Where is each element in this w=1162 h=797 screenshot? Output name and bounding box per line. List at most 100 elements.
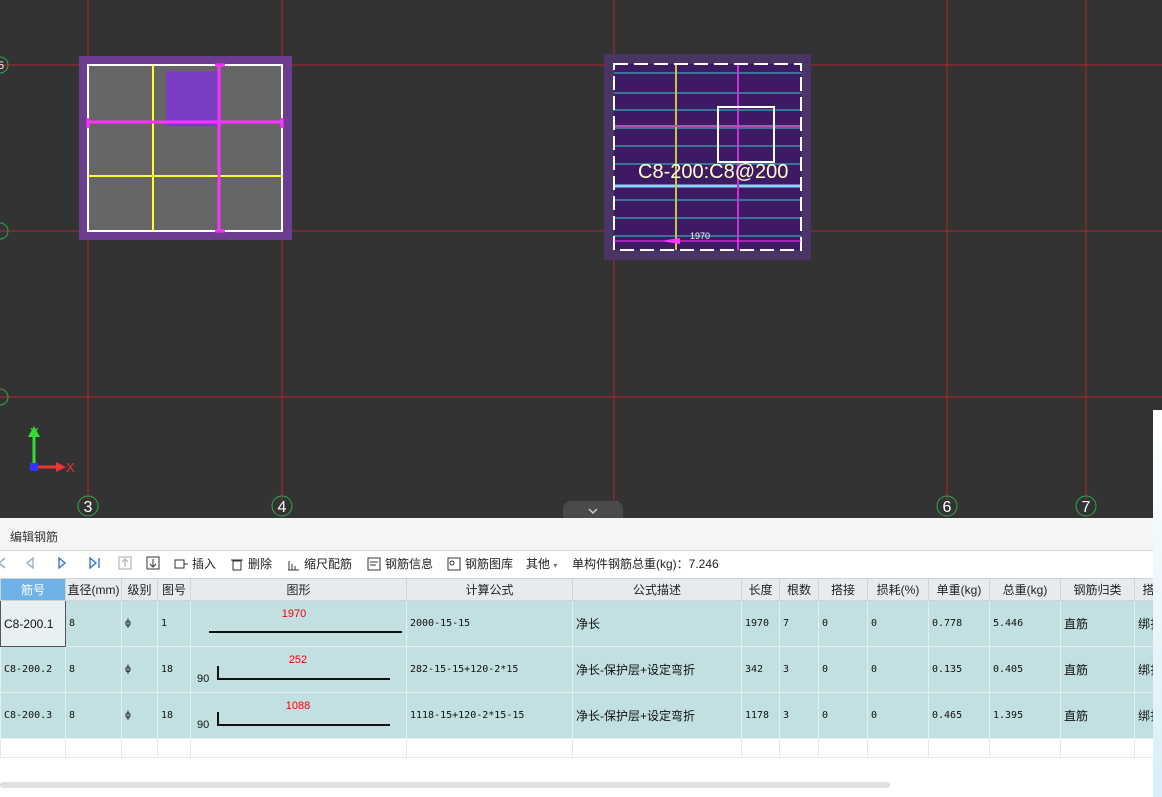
col-header-shape[interactable]: 图形 <box>190 578 407 601</box>
col-header-formula[interactable]: 计算公式 <box>406 578 573 601</box>
cell-diameter[interactable]: 8 <box>65 646 122 693</box>
cell-count[interactable]: 7 <box>779 600 819 647</box>
info-icon <box>367 557 381 571</box>
cell-category[interactable]: 直筋 <box>1060 646 1135 693</box>
cell-count[interactable]: 3 <box>779 646 819 693</box>
cell-grade[interactable]: ф <box>121 600 158 647</box>
rebar-library-button[interactable]: 钢筋图库 <box>447 556 513 572</box>
cell-figure[interactable]: 1 <box>157 600 191 647</box>
cell-grade[interactable]: ф <box>121 692 158 739</box>
shape-value: 1970 <box>282 608 306 620</box>
cell-loss[interactable]: 0 <box>867 692 929 739</box>
cell-description[interactable]: 净长-保护层+设定弯折 <box>572 692 742 739</box>
col-header-diameter[interactable]: 直径(mm) <box>65 578 122 601</box>
other-dropdown[interactable]: 其他 ▾ <box>526 556 557 572</box>
col-header-total-weight[interactable]: 总重(kg) <box>989 578 1061 601</box>
move-up-icon[interactable] <box>118 556 132 572</box>
horizontal-scrollbar[interactable] <box>0 782 890 788</box>
move-down-icon[interactable] <box>146 556 160 572</box>
shape-value: 1088 <box>286 700 310 712</box>
cell-lap[interactable]: 0 <box>818 692 868 739</box>
rebar-info-button[interactable]: 钢筋信息 <box>367 556 433 572</box>
col-header-length[interactable]: 长度 <box>741 578 780 601</box>
cell-id[interactable]: C8-200.1 <box>0 600 66 647</box>
cell-id[interactable]: C8-200.2 <box>0 646 66 693</box>
col-header-figure[interactable]: 图号 <box>157 578 191 601</box>
cell-figure[interactable]: 18 <box>157 646 191 693</box>
table-row[interactable]: C8-200.1 8 ф 1 1970 2000-15-15 净长 1970 7… <box>0 600 1162 647</box>
slab-right[interactable]: 1970 C8-200:C8@200 <box>604 54 811 260</box>
axis-number-7: 7 <box>1082 499 1091 516</box>
cell-figure[interactable]: 18 <box>157 692 191 739</box>
collapse-panel-tab[interactable] <box>563 501 623 518</box>
scale-icon <box>286 557 300 571</box>
table-row-empty[interactable] <box>0 738 1162 758</box>
rebar-shape-diagram: 1970 <box>209 608 402 633</box>
col-header-id[interactable]: 筋号 <box>0 578 66 601</box>
cell-grade[interactable]: ф <box>121 646 158 693</box>
col-header-lap[interactable]: 搭接 <box>818 578 868 601</box>
cell-length[interactable]: 1178 <box>741 692 780 739</box>
cell-formula[interactable]: 2000-15-15 <box>406 600 573 647</box>
cell-formula[interactable]: 282-15-15+120-2*15 <box>406 646 573 693</box>
cell-unit-weight[interactable]: 0.465 <box>928 692 990 739</box>
cell-lap[interactable]: 0 <box>818 646 868 693</box>
cell-loss[interactable]: 0 <box>867 600 929 647</box>
drawing-svg: 5 1970 C8-200:C8@200 3 4 6 7 Y X <box>0 0 1162 517</box>
next-record-icon[interactable] <box>56 556 68 572</box>
axis-number-3: 3 <box>84 499 93 516</box>
rebar-spec-label: C8-200:C8@200 <box>638 161 788 183</box>
slab-left[interactable] <box>79 56 292 240</box>
panel-title-bar: 编辑钢筋 <box>0 518 1162 551</box>
delete-button[interactable]: 删除 <box>230 556 272 572</box>
chevron-down-icon <box>588 508 598 515</box>
col-header-count[interactable]: 根数 <box>779 578 819 601</box>
cell-category[interactable]: 直筋 <box>1060 692 1135 739</box>
cell-count[interactable]: 3 <box>779 692 819 739</box>
x-axis-label: X <box>66 460 75 475</box>
cell-length[interactable]: 1970 <box>741 600 780 647</box>
rebar-length-label: 1970 <box>690 231 710 241</box>
scale-rebar-button[interactable]: 缩尺配筋 <box>286 556 352 572</box>
cell-total-weight[interactable]: 1.395 <box>989 692 1061 739</box>
cell-total-weight[interactable]: 0.405 <box>989 646 1061 693</box>
cell-description[interactable]: 净长 <box>572 600 742 647</box>
prev-record-icon[interactable] <box>24 556 36 572</box>
table-row[interactable]: C8-200.3 8 ф 18 90 1088 1118-15+120-2*15… <box>0 692 1162 739</box>
table-header-row: 筋号 直径(mm) 级别 图号 图形 计算公式 公式描述 长度 根数 搭接 损耗… <box>0 578 1162 601</box>
cell-shape[interactable]: 1970 <box>190 600 407 647</box>
drawing-canvas[interactable]: 5 1970 C8-200:C8@200 3 4 6 7 Y X <box>0 0 1162 518</box>
cell-diameter[interactable]: 8 <box>65 692 122 739</box>
axis-number-4: 4 <box>278 499 287 516</box>
cell-length[interactable]: 342 <box>741 646 780 693</box>
cell-description[interactable]: 净长-保护层+设定弯折 <box>572 646 742 693</box>
cell-diameter[interactable]: 8 <box>65 600 122 647</box>
cell-lap[interactable]: 0 <box>818 600 868 647</box>
cell-category[interactable]: 直筋 <box>1060 600 1135 647</box>
col-header-description[interactable]: 公式描述 <box>572 578 742 601</box>
table-row[interactable]: C8-200.2 8 ф 18 90 252 282-15-15+120-2*1… <box>0 646 1162 693</box>
first-record-icon[interactable] <box>0 556 8 572</box>
rebar-shape-diagram: 90 1088 <box>197 700 390 731</box>
cell-shape[interactable]: 90 252 <box>190 646 407 693</box>
cell-loss[interactable]: 0 <box>867 646 929 693</box>
cell-id[interactable]: C8-200.3 <box>0 692 66 739</box>
col-header-unit-weight[interactable]: 单重(kg) <box>928 578 990 601</box>
insert-button[interactable]: 插入 <box>174 556 216 572</box>
shape-left-label: 90 <box>197 673 209 685</box>
col-header-loss[interactable]: 损耗(%) <box>867 578 929 601</box>
chevron-down-icon: ▾ <box>553 561 558 570</box>
cell-total-weight[interactable]: 5.446 <box>989 600 1061 647</box>
cell-formula[interactable]: 1118-15+120-2*15-15 <box>406 692 573 739</box>
rebar-shape-diagram: 90 252 <box>197 654 390 685</box>
col-header-category[interactable]: 钢筋归类 <box>1060 578 1135 601</box>
last-record-icon[interactable] <box>88 556 102 572</box>
cell-shape[interactable]: 90 1088 <box>190 692 407 739</box>
coordinate-axes-icon: Y X <box>28 425 75 475</box>
cell-unit-weight[interactable]: 0.135 <box>928 646 990 693</box>
axis-number-6: 6 <box>943 499 952 516</box>
cell-unit-weight[interactable]: 0.778 <box>928 600 990 647</box>
col-header-grade[interactable]: 级别 <box>121 578 158 601</box>
total-weight-label: 单构件钢筋总重(kg)：7.246 <box>572 557 719 571</box>
trash-icon <box>230 557 244 571</box>
